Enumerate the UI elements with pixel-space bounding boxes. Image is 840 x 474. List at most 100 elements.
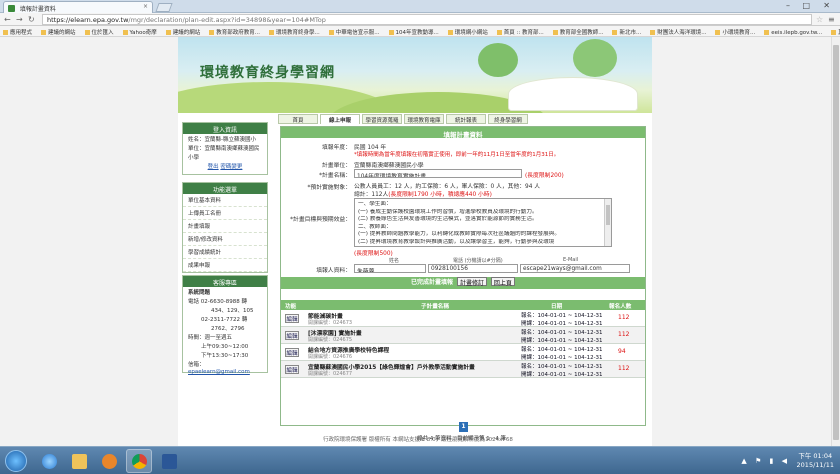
year-note: *填報時間為當年度填報在初階實正使用，即前一年的11月1日至當年度的1月31日。 — [354, 152, 560, 158]
bookmark-item[interactable]: eeis.ilepb.gov.tw... — [761, 28, 822, 36]
modify-plan-button[interactable]: 計畫修訂 — [456, 277, 487, 287]
site-footer: 行政院環境保護署 版權所有 本網站支援IE 8.0，最佳瀏覽解析度為1024x7… — [323, 437, 513, 443]
header-function: 功能 — [285, 304, 297, 310]
login-line: 單位：宜蘭縣南澳鄉蘇澳國民 — [188, 146, 260, 152]
function-menu-item[interactable]: 上傳員工名冊 — [183, 207, 267, 220]
menu-tab-3[interactable]: 環境教育電庫 — [404, 114, 444, 124]
login-header: 登入資訊 — [183, 123, 267, 134]
edit-button[interactable]: 編輯 — [285, 365, 299, 374]
start-button[interactable] — [5, 450, 27, 472]
minimize-icon[interactable]: – — [786, 1, 790, 10]
function-menu-item[interactable]: 新增/修改資料 — [183, 233, 267, 246]
browser-tab[interactable]: 填報計畫資料 × — [3, 1, 153, 13]
bookmark-item[interactable]: 財團法人海洋環境... — [647, 26, 706, 36]
taskbar-clock[interactable]: 下午 01:04 2015/11/11 — [797, 452, 834, 470]
url-field[interactable]: https://elearn.epa.gov.tw/mgr/declaratio… — [42, 14, 812, 25]
goal-text-line: (一) 提昇教師問題教學能力，以利轉化成教師實際每次社區議題的的課程發展與。 — [358, 231, 560, 238]
table-row: 編輯 [沐漂家園] 實施計畫 開課編號：024675 報名：104-01-01 ~ 1… — [281, 327, 645, 344]
contact-time-label: 時間：週一至週五 — [188, 335, 233, 341]
back-icon[interactable]: ← — [4, 15, 11, 24]
course-code: 開課編號：024676 — [308, 354, 353, 360]
status-text: 已完成計畫填報 — [411, 279, 454, 286]
registration-count: 112 — [618, 331, 630, 338]
function-menu-header: 功能選單 — [183, 183, 267, 194]
menu-icon[interactable]: ≡ — [828, 15, 835, 24]
plan-name-input[interactable]: 104年度環境教育實施計畫 — [354, 169, 522, 178]
contact-ext: 434、129、105 — [211, 308, 254, 314]
goal-textarea[interactable]: 一、學生面： (一) 養成主動保護校園環境工作的習慣，增進學校教員及環境的行動力。… — [354, 198, 612, 247]
edit-button[interactable]: 編輯 — [285, 314, 299, 323]
bookmark-item[interactable]: 教育部政府教育... — [206, 26, 260, 36]
contact-phone: 電話 02-6630-8988 轉 — [188, 299, 247, 305]
contact-email-input[interactable]: escape21ways@gmail.com — [520, 264, 630, 273]
function-menu-item[interactable]: 單位基本資料 — [183, 194, 267, 207]
taskbar-explorer-icon[interactable] — [66, 449, 92, 473]
bookmark-item[interactable]: 新北市... — [609, 26, 641, 36]
bookmark-item[interactable]: 中華電信宣示服... — [326, 26, 380, 36]
page-1-button[interactable]: 1 — [459, 422, 468, 432]
edit-button[interactable]: 編輯 — [285, 331, 299, 340]
taskbar-ie-icon[interactable] — [36, 449, 62, 473]
function-menu-item[interactable]: 學習成績統計 — [183, 246, 267, 259]
new-tab-button[interactable] — [155, 3, 173, 12]
taskbar-chrome-icon[interactable] — [126, 449, 152, 473]
edit-button[interactable]: 編輯 — [285, 348, 299, 357]
textarea-scrollbar[interactable] — [604, 199, 611, 246]
menu-tab-5[interactable]: 終身學習網 — [488, 114, 528, 124]
function-menu-item[interactable]: 成果申報 — [183, 259, 267, 272]
bookmark-item[interactable]: Yahoo奇摩 — [120, 26, 157, 36]
taskbar-word-icon[interactable] — [156, 449, 182, 473]
logout-link[interactable]: 登出 — [208, 164, 219, 170]
taskbar-media-icon[interactable] — [96, 449, 122, 473]
bookmark-item[interactable]: 教育部全國教師... — [550, 26, 604, 36]
bookmark-item[interactable]: 環境教育終身學... — [266, 26, 320, 36]
menu-tab-1[interactable]: 線上申報 — [320, 114, 360, 124]
forward-icon[interactable]: → — [16, 15, 23, 24]
menu-tab-2[interactable]: 學習資源蒐羅 — [362, 114, 402, 124]
page-scrollbar[interactable] — [831, 37, 840, 446]
bookmark-item[interactable]: 其他書籤 — [828, 26, 840, 36]
bookmark-item[interactable]: 104年宣教動導... — [386, 26, 439, 36]
contact-email-label: 信箱： — [188, 362, 205, 368]
table-row: 編輯 宜蘭縣蘇澳國民小學2015【綠色輝煌會】戶外教學活動實施計畫 開課編號：024… — [281, 361, 645, 378]
window-close-icon[interactable]: ✕ — [823, 1, 830, 10]
tab-close-icon[interactable]: × — [143, 3, 148, 10]
goal-label: *計畫目標與預期效益： — [290, 217, 351, 223]
contact-phone-input[interactable]: 0928100156 — [428, 264, 518, 273]
bookmark-item[interactable]: 位於匯入 — [82, 26, 114, 36]
plan-name-limit: (長度限制200) — [525, 173, 564, 179]
bookmark-item[interactable]: 環境網小網站 — [445, 26, 488, 36]
system-tray-icons[interactable]: ▲ ⚑ ▮ ◀ — [741, 457, 790, 465]
star-icon[interactable]: ☆ — [816, 15, 823, 24]
menu-tab-4[interactable]: 統計報表 — [446, 114, 486, 124]
bookmark-item[interactable]: 小環境教育... — [712, 26, 755, 36]
bookmark-item[interactable]: 建議的網站 — [163, 26, 201, 36]
bookmark-item[interactable]: 建議的網站 — [38, 26, 76, 36]
menu-tab-0[interactable]: 首頁 — [278, 114, 318, 124]
site-title: 環境教育終身學習網 — [200, 65, 335, 81]
clock-date: 2015/11/11 — [796, 461, 834, 469]
login-line: 小學 — [188, 155, 200, 161]
maximize-icon[interactable]: □ — [802, 1, 810, 10]
bookmark-item[interactable]: 首頁 :: 教育部... — [494, 26, 544, 36]
header-date: 日期 — [551, 304, 563, 310]
col-phone-header: 電話 (分機請以#分隔) — [453, 258, 503, 264]
header-count: 報名人數 — [609, 304, 632, 310]
goal-text-line: (二) 提昇環境教育教學設計與推廣活動，以及讓學習主，能夠，行動參與及環境 — [358, 238, 555, 245]
bookmark-item[interactable]: 應用程式 — [0, 26, 32, 36]
function-menu-item[interactable]: 計畫填報 — [183, 220, 267, 233]
banner-tree-decoration — [573, 39, 617, 77]
contact-time-am: 上午09:30~12:00 — [201, 344, 249, 350]
contact-name-input[interactable]: 朱薇蓉 — [354, 264, 426, 273]
table-header: 功能 子計畫名稱 日期 報名人數 — [281, 300, 645, 310]
contact-email-link[interactable]: epaelearn@gmail.com — [188, 369, 250, 375]
back-button[interactable]: 回上頁 — [490, 277, 515, 287]
site-banner: 環境教育終身學習網 — [178, 37, 652, 113]
course-code: 開課編號：024673 — [308, 320, 353, 326]
bookmarks-bar: 應用程式 建議的網站 位於匯入 Yahoo奇摩 建議的網站 教育部政府教育... 環境教育終… — [0, 26, 840, 37]
change-password-link[interactable]: 密碼變更 — [220, 164, 242, 170]
open-dates: 104-01-01 ~ 104-12-31 — [537, 372, 603, 378]
col-email-header: E-Mail — [563, 257, 579, 263]
header-subplan-name: 子計畫名稱 — [421, 304, 449, 310]
reload-icon[interactable]: ↻ — [28, 15, 35, 24]
